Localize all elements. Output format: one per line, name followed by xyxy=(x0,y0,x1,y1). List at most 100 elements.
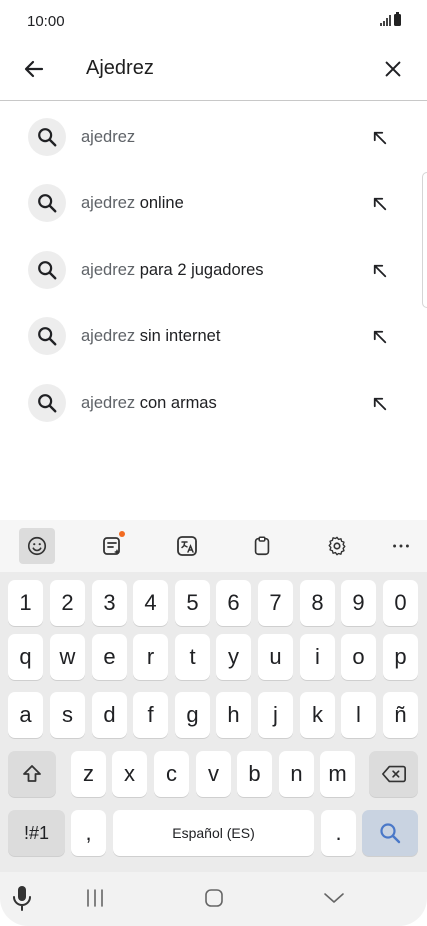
comma-key[interactable]: , xyxy=(71,810,106,856)
home-button[interactable] xyxy=(196,882,232,914)
key-d[interactable]: d xyxy=(92,692,127,738)
search-icon xyxy=(28,184,66,222)
space-key[interactable]: Español (ES) xyxy=(113,810,314,856)
key-6[interactable]: 6 xyxy=(216,580,251,626)
translate-button[interactable] xyxy=(169,528,205,564)
suggestion-text: ajedrez con armas xyxy=(81,394,217,413)
key-0[interactable]: 0 xyxy=(383,580,418,626)
arrow-up-left-icon xyxy=(373,264,387,278)
emoji-button[interactable] xyxy=(19,528,55,564)
key-a[interactable]: a xyxy=(8,692,43,738)
key-2[interactable]: 2 xyxy=(50,580,85,626)
key-i[interactable]: i xyxy=(300,634,335,680)
key-4[interactable]: 4 xyxy=(133,580,168,626)
suggestion-item[interactable]: ajedrez sin internet xyxy=(0,305,427,365)
key-7[interactable]: 7 xyxy=(258,580,293,626)
key-enye[interactable]: ñ xyxy=(383,692,418,738)
search-input[interactable]: Ajedrez xyxy=(86,57,154,80)
signal-icon xyxy=(380,15,391,26)
key-t[interactable]: t xyxy=(175,634,210,680)
backspace-icon xyxy=(381,765,406,783)
keyboard-toolbar xyxy=(0,520,427,572)
fill-query-button[interactable] xyxy=(368,259,392,283)
key-u[interactable]: u xyxy=(258,634,293,680)
suggestion-text: ajedrez para 2 jugadores xyxy=(81,261,264,280)
suggestion-rest: para 2 jugadores xyxy=(135,261,264,279)
key-m[interactable]: m xyxy=(320,751,355,797)
ai-writing-button[interactable] xyxy=(94,528,130,564)
key-s[interactable]: s xyxy=(50,692,85,738)
key-y[interactable]: y xyxy=(216,634,251,680)
shift-icon xyxy=(23,765,41,782)
recents-button[interactable] xyxy=(77,882,113,914)
suggestion-item[interactable]: ajedrez xyxy=(0,106,427,166)
search-key[interactable] xyxy=(362,810,418,856)
fill-query-button[interactable] xyxy=(368,392,392,416)
arrow-up-left-icon xyxy=(373,131,387,145)
key-q[interactable]: q xyxy=(8,634,43,680)
status-icons xyxy=(380,12,401,26)
symbols-key[interactable]: !#1 xyxy=(8,810,65,856)
key-b[interactable]: b xyxy=(237,751,272,797)
key-k[interactable]: k xyxy=(300,692,335,738)
suggestion-rest: con armas xyxy=(135,394,217,412)
key-h[interactable]: h xyxy=(216,692,251,738)
navigation-bar xyxy=(0,872,427,926)
key-p[interactable]: p xyxy=(383,634,418,680)
search-icon xyxy=(28,118,66,156)
suggestion-prefix: ajedrez xyxy=(81,261,136,279)
key-j[interactable]: j xyxy=(258,692,293,738)
key-g[interactable]: g xyxy=(175,692,210,738)
suggestion-item[interactable]: ajedrez para 2 jugadores xyxy=(0,239,427,299)
key-z[interactable]: z xyxy=(71,751,106,797)
more-button[interactable] xyxy=(383,528,419,564)
back-button[interactable] xyxy=(18,53,50,85)
battery-icon xyxy=(394,12,401,26)
back-chevron-icon xyxy=(324,893,344,903)
settings-button[interactable] xyxy=(319,528,355,564)
key-r[interactable]: r xyxy=(133,634,168,680)
key-l[interactable]: l xyxy=(341,692,376,738)
key-n[interactable]: n xyxy=(279,751,314,797)
fill-query-button[interactable] xyxy=(368,192,392,216)
arrow-up-left-icon xyxy=(373,197,387,211)
key-c[interactable]: c xyxy=(154,751,189,797)
key-8[interactable]: 8 xyxy=(300,580,335,626)
key-3[interactable]: 3 xyxy=(92,580,127,626)
fill-query-button[interactable] xyxy=(368,325,392,349)
period-key[interactable]: . xyxy=(321,810,356,856)
suggestion-prefix: ajedrez xyxy=(81,327,136,345)
key-e[interactable]: e xyxy=(92,634,127,680)
key-v[interactable]: v xyxy=(196,751,231,797)
suggestion-item[interactable]: ajedrez online xyxy=(0,172,427,232)
key-x[interactable]: x xyxy=(112,751,147,797)
shift-key[interactable] xyxy=(8,751,56,797)
key-1[interactable]: 1 xyxy=(8,580,43,626)
microphone-icon xyxy=(13,886,31,911)
suggestion-item[interactable]: ajedrez con armas xyxy=(0,372,427,432)
close-icon xyxy=(385,61,401,77)
arrow-up-left-icon xyxy=(373,330,387,344)
search-icon xyxy=(28,251,66,289)
search-bar: Ajedrez xyxy=(0,44,427,101)
scroll-handle[interactable] xyxy=(422,172,427,308)
key-w[interactable]: w xyxy=(50,634,85,680)
recents-icon xyxy=(87,889,103,907)
suggestion-rest: sin internet xyxy=(135,327,221,345)
key-5[interactable]: 5 xyxy=(175,580,210,626)
clipboard-icon xyxy=(254,536,270,556)
hide-keyboard-button[interactable] xyxy=(316,882,352,914)
key-o[interactable]: o xyxy=(341,634,376,680)
key-f[interactable]: f xyxy=(133,692,168,738)
status-bar: 10:00 xyxy=(0,0,427,44)
fill-query-button[interactable] xyxy=(368,126,392,150)
suggestion-text: ajedrez xyxy=(81,128,135,147)
voice-input-button[interactable] xyxy=(4,882,40,914)
clipboard-button[interactable] xyxy=(244,528,280,564)
ai-writing-icon xyxy=(103,537,120,555)
suggestion-rest: online xyxy=(135,194,184,212)
clear-search-button[interactable] xyxy=(377,53,409,85)
key-9[interactable]: 9 xyxy=(341,580,376,626)
search-icon xyxy=(380,823,401,844)
backspace-key[interactable] xyxy=(369,751,418,797)
